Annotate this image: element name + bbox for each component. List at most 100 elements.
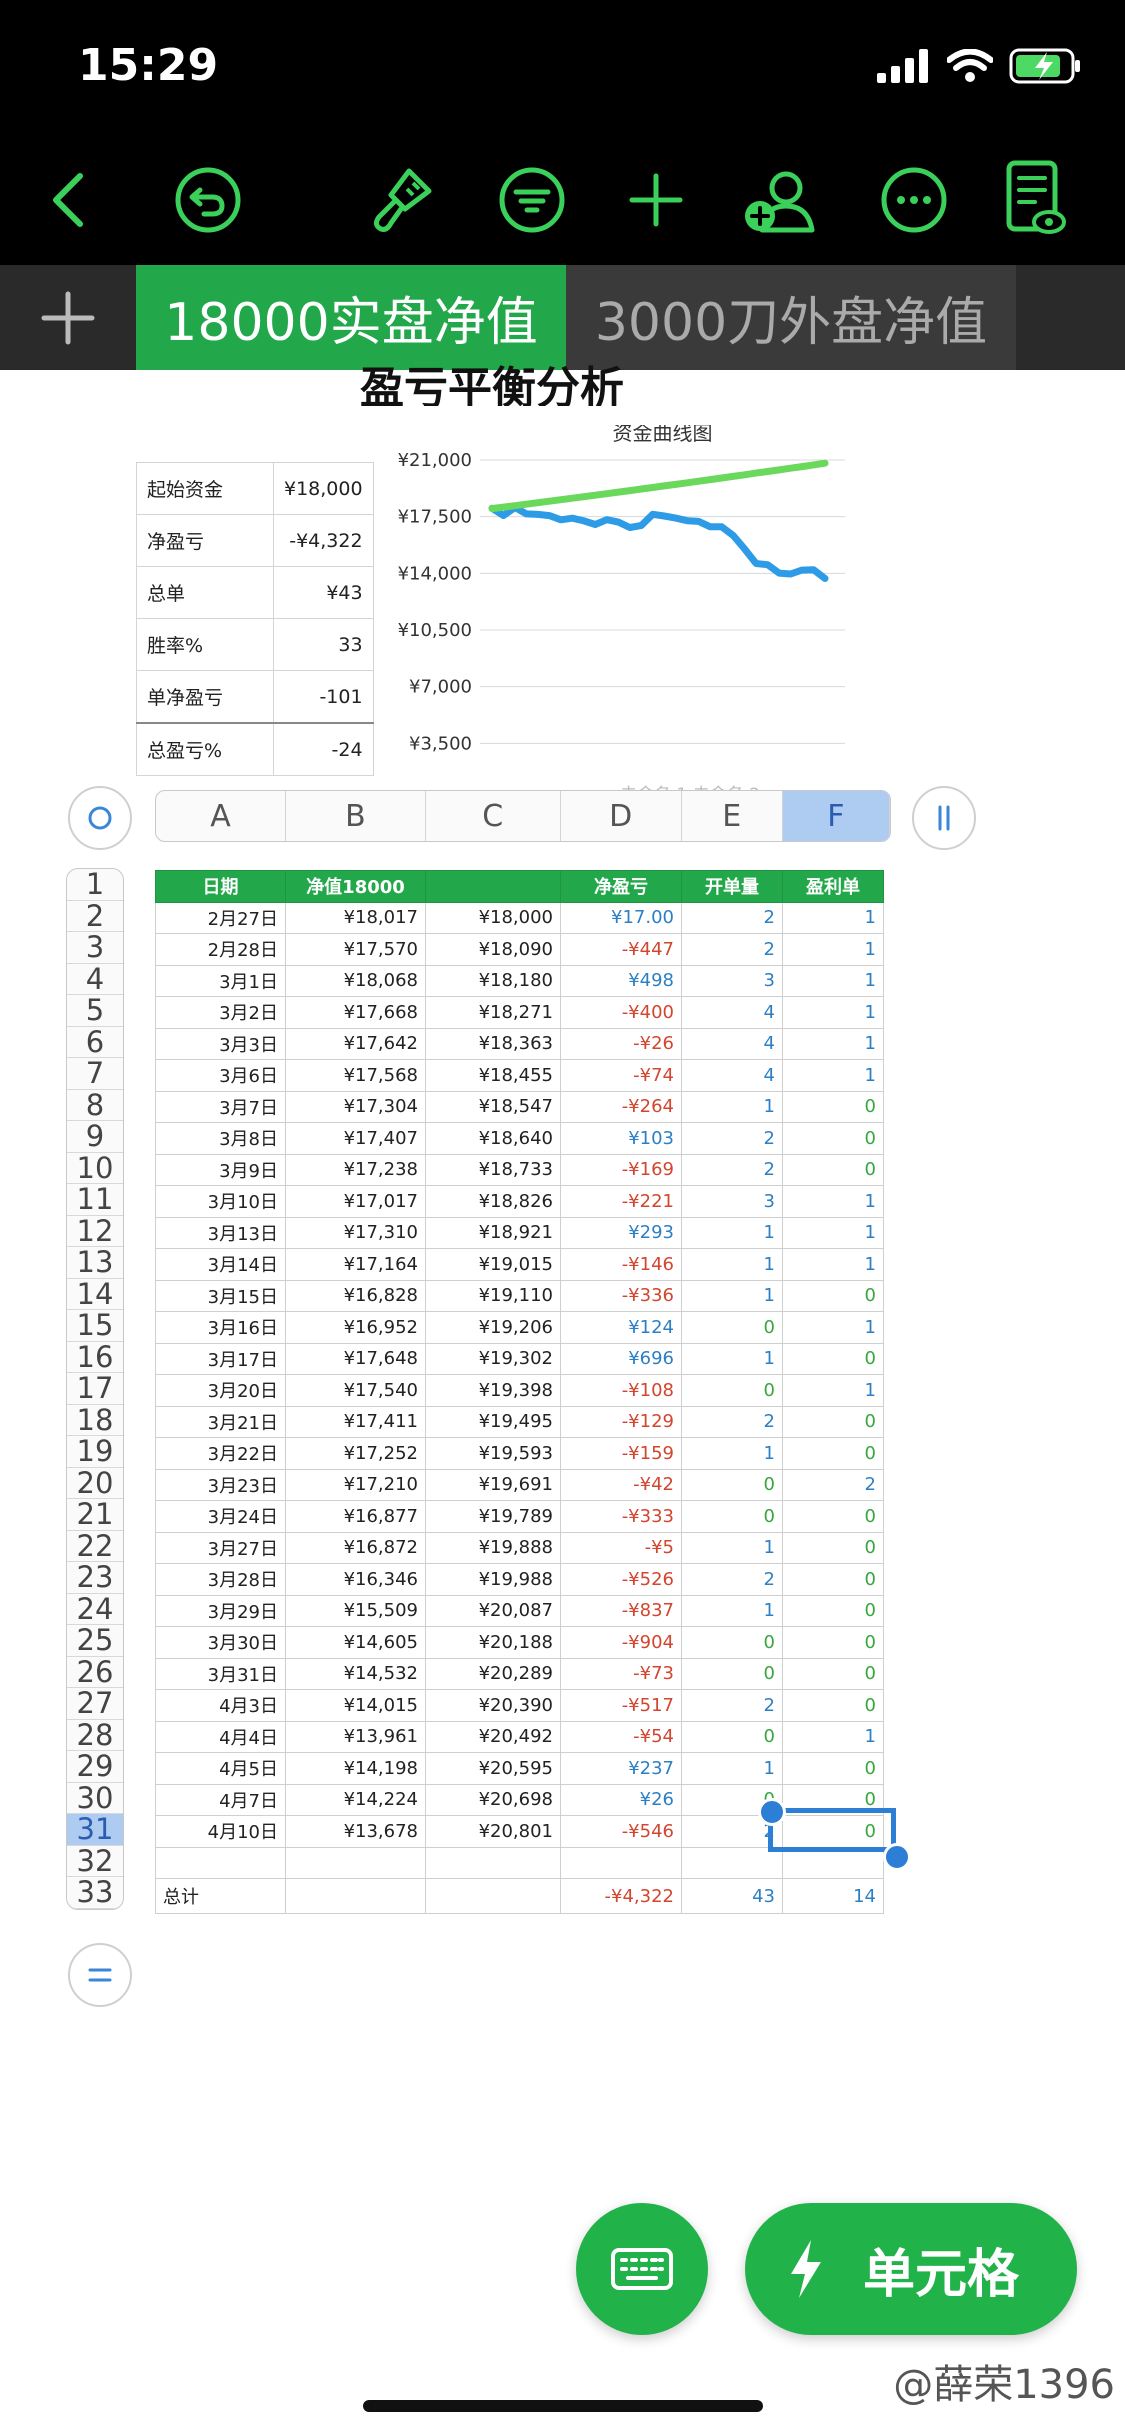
table-cell[interactable]: 1 [681, 1248, 783, 1281]
table-cell[interactable]: 1 [681, 1531, 783, 1564]
cell-selection-box[interactable] [768, 1808, 896, 1852]
add-icon[interactable] [616, 150, 696, 250]
table-cell[interactable]: ¥16,346 [285, 1563, 426, 1596]
table-cell[interactable]: 3月21日 [155, 1405, 286, 1438]
table-cell[interactable]: 3月20日 [155, 1374, 286, 1407]
table-cell[interactable]: 1 [782, 1027, 884, 1060]
total-cell[interactable]: 43 [681, 1878, 783, 1914]
row-header[interactable]: 13 [67, 1247, 123, 1279]
table-cell[interactable]: ¥19,593 [425, 1437, 561, 1470]
column-header-c[interactable]: C [426, 791, 561, 841]
table-cell[interactable]: ¥18,000 [425, 901, 561, 934]
table-cell[interactable]: ¥13,961 [285, 1720, 426, 1753]
row-header[interactable]: 15 [67, 1310, 123, 1342]
table-cell[interactable]: 3月15日 [155, 1279, 286, 1312]
table-cell[interactable]: 2 [681, 1563, 783, 1596]
table-cell[interactable]: 2 [681, 1405, 783, 1438]
selection-handle-top[interactable] [758, 1798, 786, 1826]
table-cell[interactable]: 0 [782, 1657, 884, 1690]
table-cell[interactable]: -¥5 [560, 1531, 682, 1564]
table-cell[interactable]: ¥20,087 [425, 1594, 561, 1627]
summary-label[interactable]: 单净盈亏 [136, 670, 274, 724]
table-cell[interactable]: -¥169 [560, 1153, 682, 1186]
table-cell[interactable]: ¥20,289 [425, 1657, 561, 1690]
row-header[interactable]: 19 [67, 1436, 123, 1468]
table-cell[interactable]: ¥17,568 [285, 1059, 426, 1092]
table-cell[interactable]: 2月27日 [155, 901, 286, 934]
table-cell[interactable]: ¥17.00 [560, 901, 682, 934]
table-cell[interactable]: ¥124 [560, 1311, 682, 1344]
row-header[interactable]: 27 [67, 1688, 123, 1720]
table-cell[interactable]: 1 [782, 1248, 884, 1281]
row-header[interactable]: 5 [67, 995, 123, 1027]
table-cell[interactable]: ¥13,678 [285, 1815, 426, 1848]
table-cell[interactable]: ¥18,363 [425, 1027, 561, 1060]
table-cell[interactable]: 3月1日 [155, 964, 286, 997]
paintbrush-icon[interactable] [360, 150, 440, 250]
summary-value[interactable]: -24 [273, 722, 374, 776]
summary-value[interactable]: -101 [273, 670, 374, 724]
table-cell[interactable]: ¥20,595 [425, 1752, 561, 1785]
table-cell[interactable]: ¥19,888 [425, 1531, 561, 1564]
table-cell[interactable]: 0 [782, 1122, 884, 1155]
table-cell[interactable]: 0 [681, 1626, 783, 1659]
row-header[interactable]: 31 [67, 1814, 123, 1846]
table-cell[interactable]: ¥18,826 [425, 1185, 561, 1218]
summary-value[interactable]: ¥43 [273, 566, 374, 619]
home-indicator[interactable] [363, 2400, 763, 2412]
table-cell[interactable]: ¥26 [560, 1783, 682, 1816]
table-cell[interactable]: 3月24日 [155, 1500, 286, 1533]
back-icon[interactable] [28, 150, 108, 250]
row-header[interactable]: 2 [67, 901, 123, 932]
table-cell[interactable]: 1 [681, 1216, 783, 1249]
table-cell[interactable]: -¥526 [560, 1563, 682, 1596]
table-cell[interactable]: 1 [782, 1311, 884, 1344]
table-cell[interactable]: -¥42 [560, 1468, 682, 1501]
row-header[interactable]: 33 [67, 1877, 123, 1909]
more-icon[interactable] [874, 150, 954, 250]
table-cell[interactable]: 1 [681, 1594, 783, 1627]
table-cell[interactable]: 3月7日 [155, 1090, 286, 1123]
table-cell[interactable]: 0 [681, 1500, 783, 1533]
table-cell[interactable]: 0 [681, 1720, 783, 1753]
row-header[interactable]: 3 [67, 932, 123, 964]
table-cell[interactable]: -¥54 [560, 1720, 682, 1753]
summary-label[interactable]: 胜率% [136, 618, 274, 671]
table-cell[interactable]: ¥18,921 [425, 1216, 561, 1249]
table-cell[interactable]: 1 [681, 1342, 783, 1375]
table-cell[interactable]: ¥14,532 [285, 1657, 426, 1690]
table-cell[interactable]: -¥264 [560, 1090, 682, 1123]
table-cell[interactable] [285, 1846, 426, 1879]
table-cell[interactable]: ¥18,271 [425, 996, 561, 1029]
table-cell[interactable]: 0 [782, 1500, 884, 1533]
table-cell[interactable]: ¥19,789 [425, 1500, 561, 1533]
selection-handle-bottom[interactable] [883, 1843, 911, 1871]
table-header-cell[interactable]: 开单量 [681, 870, 783, 903]
table-header-cell[interactable]: 盈利单 [782, 870, 884, 903]
table-cell[interactable]: 2 [782, 1468, 884, 1501]
table-cell[interactable]: 0 [782, 1531, 884, 1564]
filter-icon[interactable] [492, 150, 572, 250]
table-cell[interactable]: 1 [782, 1216, 884, 1249]
select-table-button[interactable] [68, 786, 132, 850]
table-cell[interactable]: -¥904 [560, 1626, 682, 1659]
table-cell[interactable]: 0 [681, 1374, 783, 1407]
table-cell[interactable]: 0 [782, 1626, 884, 1659]
table-cell[interactable]: ¥20,390 [425, 1689, 561, 1722]
table-cell[interactable]: ¥19,988 [425, 1563, 561, 1596]
table-cell[interactable]: ¥14,015 [285, 1689, 426, 1722]
table-cell[interactable]: 1 [782, 901, 884, 934]
table-cell[interactable]: ¥20,188 [425, 1626, 561, 1659]
table-cell[interactable]: 0 [782, 1752, 884, 1785]
table-cell[interactable]: 1 [681, 1752, 783, 1785]
table-cell[interactable]: 3月30日 [155, 1626, 286, 1659]
summary-row[interactable]: 单净盈亏 -101 [136, 670, 374, 724]
table-header-cell[interactable]: 净盈亏 [560, 870, 682, 903]
table-cell[interactable]: ¥19,015 [425, 1248, 561, 1281]
summary-row[interactable]: 总盈亏% -24 [136, 722, 374, 776]
summary-row[interactable]: 总单 ¥43 [136, 566, 374, 619]
table-cell[interactable]: ¥18,180 [425, 964, 561, 997]
total-cell[interactable] [285, 1878, 426, 1914]
summary-label[interactable]: 总单 [136, 566, 274, 619]
table-cell[interactable]: 3月3日 [155, 1027, 286, 1060]
